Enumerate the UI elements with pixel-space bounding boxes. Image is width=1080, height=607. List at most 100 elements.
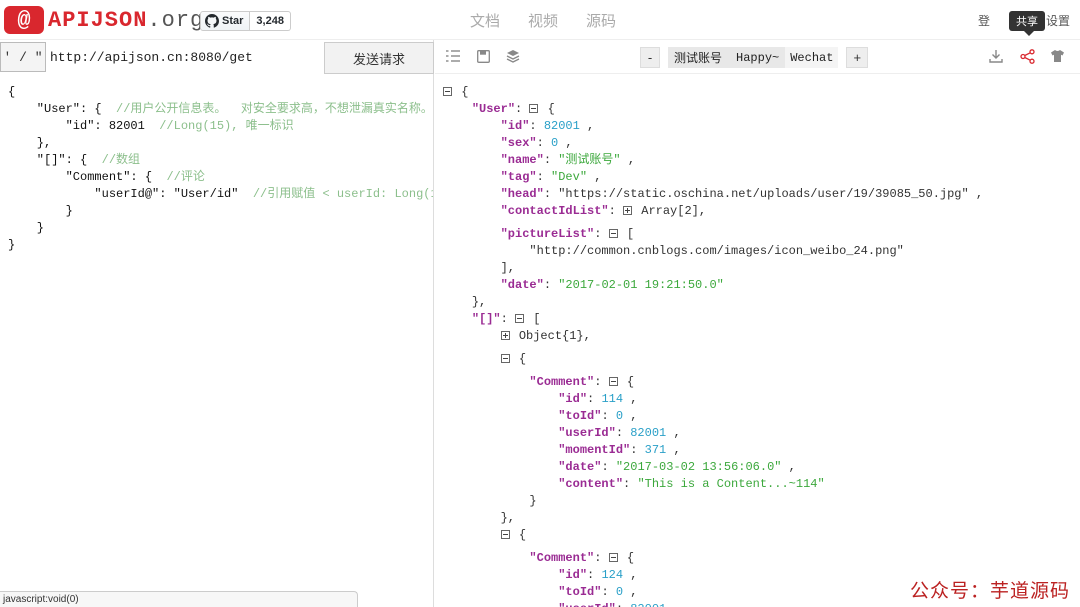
share-icon[interactable]	[1019, 48, 1035, 64]
collapse-toggle-icon[interactable]	[608, 229, 618, 238]
github-icon	[205, 14, 219, 28]
json-line: "date": "2017-03-02 13:56:06.0" ,	[558, 460, 796, 474]
json-line: "User": {	[471, 102, 555, 116]
request-comment: //用户公开信息表。 对安全要求高，不想泄漏真实名称。对	[116, 102, 433, 116]
json-line: }	[529, 494, 537, 508]
json-value: "Dev"	[551, 170, 588, 184]
request-comment: //数组	[101, 153, 141, 167]
json-line: },	[500, 511, 516, 525]
expand-toggle-icon[interactable]	[623, 206, 633, 215]
request-code: {	[8, 85, 16, 99]
github-star-count[interactable]: 3,248	[250, 11, 291, 31]
json-value: 114	[601, 392, 624, 406]
request-body-line: "id": 82001 //Long(15), 唯一标识	[8, 118, 425, 135]
json-line: "id": 82001 ,	[500, 119, 595, 133]
request-body-line: "User": { //用户公开信息表。 对安全要求高，不想泄漏真实名称。对	[8, 101, 433, 118]
nav-videos[interactable]: 视频	[528, 10, 558, 31]
json-value: 0	[615, 585, 624, 599]
request-body-line: "[]": { //数组	[8, 152, 425, 169]
request-body-editor[interactable]: { "User": { //用户公开信息表。 对安全要求高，不想泄漏真实名称。对…	[0, 80, 433, 590]
account-switcher: - 测试账号 Happy~ Wechat +	[640, 47, 869, 68]
request-body-line: },	[8, 135, 425, 152]
format-list-icon[interactable]	[445, 48, 461, 64]
login-link[interactable]: 登	[978, 12, 990, 29]
json-value: 82001	[630, 602, 666, 607]
json-line: "http://common.cnblogs.com/images/icon_w…	[443, 243, 1072, 260]
response-json-viewer: { "User": { "id": 82001 , "sex": 0 , "na…	[435, 80, 1080, 607]
collapse-toggle-icon[interactable]	[515, 314, 525, 323]
collapse-toggle-icon[interactable]	[500, 530, 510, 539]
request-body-line: }	[8, 203, 425, 220]
collapse-toggle-icon[interactable]	[608, 553, 618, 562]
json-value: 124	[601, 568, 624, 582]
request-code: "Comment": {	[8, 170, 167, 184]
apijson-logo[interactable]: @ APIJSON.org	[4, 6, 204, 34]
url-input[interactable]	[48, 42, 324, 72]
collapse-toggle-icon[interactable]	[443, 87, 452, 96]
request-comment: //引用赋值 < userId: Long(1	[252, 187, 433, 201]
status-bar-url: javascript:void(0)	[0, 591, 358, 607]
json-value: Array[2],	[641, 204, 707, 218]
collapse-toggle-icon[interactable]	[500, 354, 510, 363]
logo-suffix: .org	[147, 7, 205, 33]
send-request-button[interactable]: 发送请求	[324, 42, 434, 74]
nav-docs[interactable]: 文档	[470, 10, 500, 31]
json-line: "contactIdList": Array[2],	[500, 204, 707, 218]
json-value: Object{1},	[518, 329, 591, 343]
json-value: "2017-02-01 19:21:50.0"	[558, 278, 724, 292]
save-icon[interactable]	[475, 48, 491, 64]
json-line: "id": 114 ,	[558, 392, 638, 406]
json-line: {	[443, 351, 1072, 368]
github-star-label: Star	[222, 15, 244, 27]
collapse-toggle-icon[interactable]	[608, 377, 618, 386]
response-toolbar: - 测试账号 Happy~ Wechat +	[435, 40, 1080, 74]
settings-link[interactable]: 设置	[1046, 12, 1070, 29]
current-account[interactable]: 测试账号 Happy~	[668, 47, 786, 68]
logo-text: APIJSON	[48, 7, 148, 33]
json-line: ],	[500, 261, 516, 275]
json-line: "head": "https://static.oschina.net/uplo…	[500, 187, 984, 201]
json-line: "toId": 0 ,	[558, 409, 638, 423]
json-line: {	[443, 84, 1072, 101]
json-line: "sex": 0 ,	[500, 136, 573, 150]
request-comment: //评论	[166, 170, 205, 184]
json-line: "date": "2017-02-01 19:21:50.0"	[500, 278, 724, 292]
collapse-toggle-icon[interactable]	[529, 104, 539, 113]
nav-source[interactable]: 源码	[586, 10, 616, 31]
json-line: Object{1},	[443, 328, 1072, 345]
github-star-button[interactable]: Star	[200, 11, 251, 31]
json-value: "http://common.cnblogs.com/images/icon_w…	[529, 244, 904, 258]
request-body-line: "Comment": { //评论	[8, 169, 425, 186]
method-toggle-button[interactable]: ' / "	[0, 42, 46, 72]
json-value: "This is a Content...~114"	[637, 477, 825, 491]
json-value: 82001	[630, 426, 667, 440]
request-body-line: }	[8, 237, 425, 254]
request-code: }	[8, 238, 16, 252]
json-line: "momentId": 371 ,	[558, 443, 681, 457]
account-label: 测试账号	[674, 51, 723, 65]
top-header: @ APIJSON.org Star 3,248 文档 视频 源码 登 设置	[0, 0, 1080, 40]
json-line: },	[471, 295, 487, 309]
account-prev-button[interactable]: -	[640, 47, 660, 68]
json-value: 82001	[543, 119, 580, 133]
shirt-icon[interactable]	[1049, 48, 1065, 64]
top-nav: 文档 视频 源码	[470, 10, 616, 31]
request-code: "id": 82001	[8, 119, 160, 133]
json-line: "Comment": {	[529, 551, 635, 565]
request-pane: ' / " 发送请求 { "User": { //用户公开信息表。 对安全要求高…	[0, 40, 434, 607]
expand-toggle-icon[interactable]	[500, 331, 510, 340]
json-value: "测试账号"	[558, 153, 621, 167]
watermark-text: 公众号：芋道源码	[910, 580, 1071, 602]
json-line: "pictureList": [	[500, 227, 635, 241]
json-value: 371	[644, 443, 667, 457]
request-body-line: "userId@": "User/id" //引用赋值 < userId: Lo…	[8, 186, 433, 203]
json-value: "2017-03-02 13:56:06.0"	[615, 460, 782, 474]
layers-icon[interactable]	[505, 48, 521, 64]
account-add-button[interactable]: +	[846, 47, 869, 68]
request-code: "userId@": "User/id"	[8, 187, 253, 201]
download-icon[interactable]	[988, 48, 1004, 64]
json-line: "userId": 82001 ,	[558, 426, 681, 440]
request-code: "[]": {	[8, 153, 102, 167]
account-app-wechat[interactable]: Wechat	[785, 47, 839, 68]
at-logo-icon: @	[4, 6, 44, 34]
